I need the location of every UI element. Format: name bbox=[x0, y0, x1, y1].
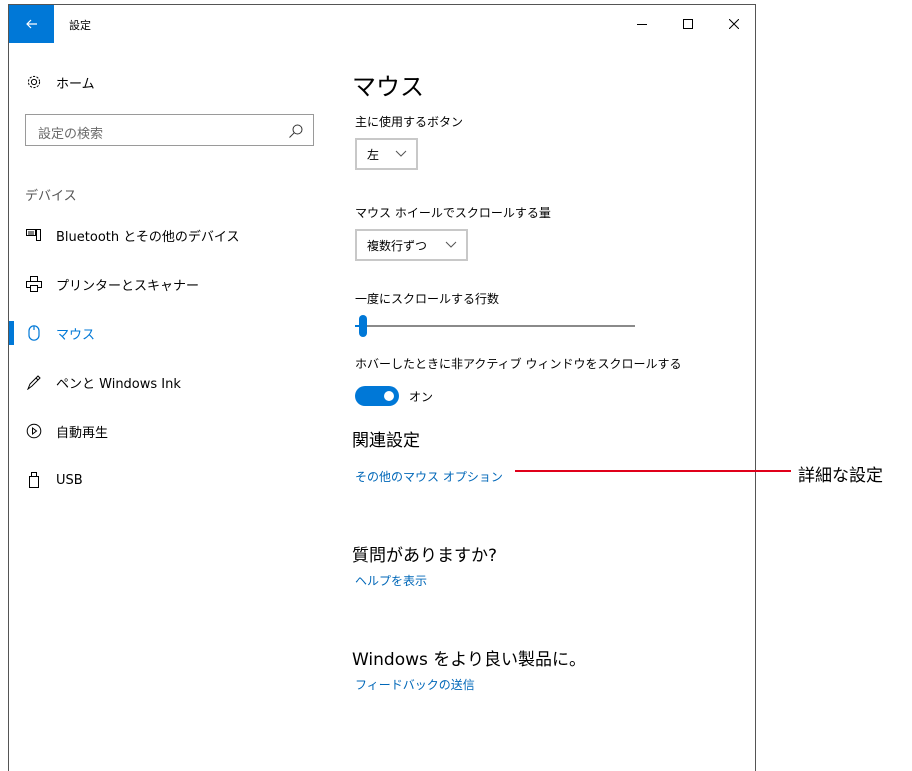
active-indicator bbox=[9, 321, 14, 345]
sidebar-item-mouse[interactable]: マウス bbox=[9, 315, 329, 351]
wheel-scroll-value: 複数行ずつ bbox=[367, 238, 428, 253]
toggle-knob bbox=[384, 391, 394, 401]
sidebar-section-devices: デバイス bbox=[25, 189, 77, 204]
additional-mouse-options-link[interactable]: その他のマウス オプション bbox=[355, 468, 503, 485]
search-icon[interactable] bbox=[288, 123, 304, 139]
bluetooth-devices-icon bbox=[25, 226, 43, 244]
sidebar-item-autoplay[interactable]: 自動再生 bbox=[9, 413, 329, 449]
title-bar: 設定 bbox=[9, 5, 755, 43]
page-title: マウス bbox=[352, 73, 424, 101]
printer-icon bbox=[25, 275, 43, 293]
pen-icon bbox=[25, 373, 43, 391]
sidebar-item-bluetooth[interactable]: Bluetooth とその他のデバイス bbox=[9, 217, 329, 253]
gear-icon bbox=[25, 73, 43, 91]
related-settings-heading: 関連設定 bbox=[352, 431, 420, 451]
back-arrow-icon bbox=[25, 19, 37, 29]
wheel-scroll-select[interactable]: 複数行ずつ bbox=[355, 229, 468, 261]
primary-button-value: 左 bbox=[367, 147, 380, 162]
sidebar-item-label: Bluetooth とその他のデバイス bbox=[56, 229, 240, 245]
autoplay-icon bbox=[25, 422, 43, 440]
settings-window: 設定 ホーム 設定の検索 デバイス Bluetooth とその他のデバイス プリ… bbox=[8, 4, 756, 771]
inactive-scroll-label: ホバーしたときに非アクティブ ウィンドウをスクロールする bbox=[355, 357, 682, 371]
chevron-down-icon bbox=[445, 241, 457, 248]
callout-label: 詳細な設定 bbox=[798, 466, 883, 486]
sidebar-home[interactable]: ホーム bbox=[9, 64, 329, 100]
primary-button-select[interactable]: 左 bbox=[355, 138, 418, 170]
mouse-icon bbox=[25, 324, 43, 342]
sidebar-item-usb[interactable]: USB bbox=[9, 462, 329, 498]
sidebar-home-label: ホーム bbox=[56, 76, 95, 92]
improve-windows-heading: Windows をより良い製品に。 bbox=[352, 650, 586, 670]
sidebar-item-label: プリンターとスキャナー bbox=[56, 278, 200, 294]
sidebar-item-pen[interactable]: ペンと Windows Ink bbox=[9, 364, 329, 400]
sidebar-item-label: 自動再生 bbox=[56, 425, 109, 441]
search-placeholder: 設定の検索 bbox=[38, 127, 104, 142]
lines-slider-track[interactable] bbox=[355, 325, 635, 327]
primary-button-label: 主に使用するボタン bbox=[355, 115, 464, 129]
minimize-icon bbox=[637, 24, 647, 25]
settings-search-input[interactable]: 設定の検索 bbox=[25, 114, 314, 146]
give-feedback-link[interactable]: フィードバックの送信 bbox=[355, 676, 475, 693]
minimize-button[interactable] bbox=[627, 11, 657, 37]
sidebar-item-printers[interactable]: プリンターとスキャナー bbox=[9, 266, 329, 302]
close-icon bbox=[729, 19, 739, 29]
wheel-scroll-label: マウス ホイールでスクロールする量 bbox=[355, 206, 551, 220]
toggle-state-label: オン bbox=[409, 390, 434, 404]
inactive-scroll-toggle[interactable] bbox=[355, 386, 399, 406]
lines-to-scroll-label: 一度にスクロールする行数 bbox=[355, 292, 500, 306]
callout-line bbox=[515, 470, 791, 472]
window-title: 設定 bbox=[69, 19, 91, 32]
usb-icon bbox=[25, 471, 43, 489]
get-help-link[interactable]: ヘルプを表示 bbox=[355, 572, 427, 589]
back-button[interactable] bbox=[9, 5, 54, 43]
sidebar-item-label: ペンと Windows Ink bbox=[56, 376, 181, 392]
sidebar-item-label: マウス bbox=[56, 327, 96, 343]
chevron-down-icon bbox=[395, 150, 407, 157]
sidebar-item-label: USB bbox=[56, 472, 83, 488]
close-button[interactable] bbox=[719, 11, 749, 37]
maximize-icon bbox=[683, 19, 693, 29]
maximize-button[interactable] bbox=[673, 11, 703, 37]
lines-slider-thumb[interactable] bbox=[359, 315, 368, 337]
questions-heading: 質問がありますか? bbox=[352, 546, 498, 566]
